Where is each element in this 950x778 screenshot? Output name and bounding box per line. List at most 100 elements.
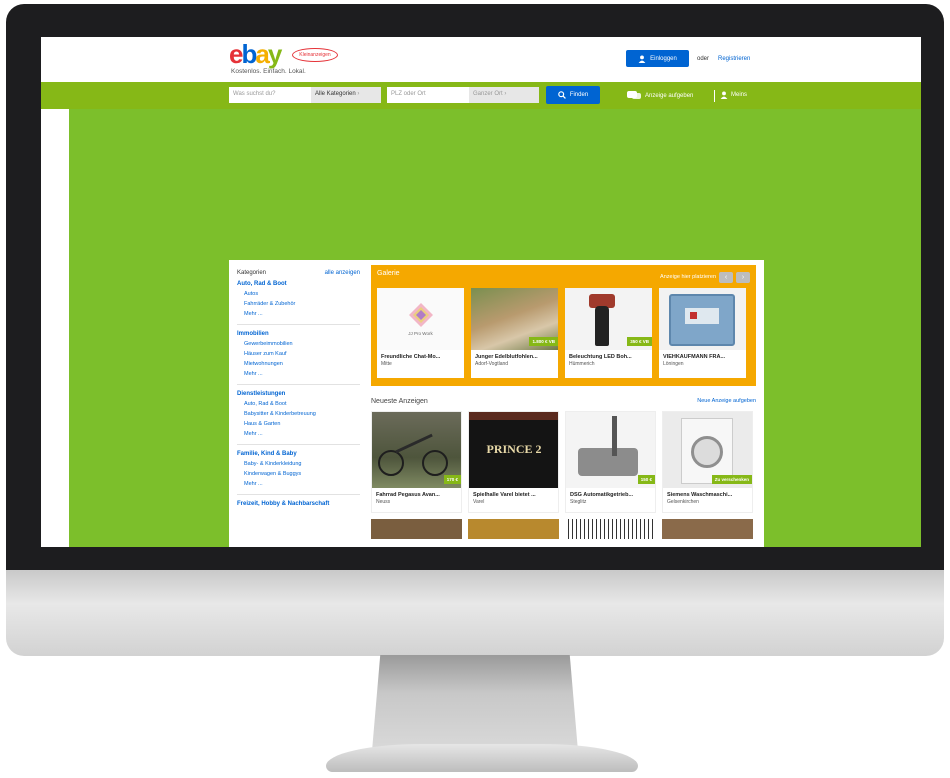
- category-title[interactable]: Familie, Kind & Baby: [237, 451, 360, 457]
- user-icon: [720, 91, 728, 99]
- listing-title: DSG Automatikgetrieb...: [570, 492, 634, 498]
- category-title[interactable]: Dienstleistungen: [237, 391, 360, 397]
- register-link[interactable]: Registrieren: [718, 56, 750, 62]
- location-input[interactable]: PLZ oder Ort: [387, 87, 469, 103]
- ebay-logo[interactable]: ebay: [229, 41, 282, 67]
- listing-card[interactable]: PRINCE 2 Spielhalle Varel bietet ... Var…: [468, 411, 559, 513]
- listing-image: Zu verschenken: [663, 412, 752, 488]
- listing-card[interactable]: 150 € DSG Automatikgetrieb... Steglitz: [565, 411, 656, 513]
- listing-location: Varel: [473, 499, 485, 505]
- sidebar-header: Kategorien alle anzeigen: [237, 270, 360, 276]
- show-all-link[interactable]: alle anzeigen: [325, 270, 360, 276]
- category-select[interactable]: Alle Kategorien ›: [311, 87, 381, 103]
- listing-image: 350 € VB: [565, 288, 652, 350]
- screen: ebay Kleinanzeigen Kostenlos. Einfach. L…: [41, 37, 921, 547]
- gallery-card[interactable]: 350 € VB Beleuchtung LED Boh... Hümmeric…: [565, 288, 652, 378]
- category-title[interactable]: Freizeit, Hobby & Nachbarschaft: [237, 501, 360, 507]
- category-item[interactable]: Mehr ...: [237, 369, 360, 379]
- category-group: Immobilien Gewerbeimmobilien Häuser zum …: [237, 331, 360, 385]
- category-item[interactable]: Auto, Rad & Boot: [237, 399, 360, 409]
- gallery-cards: JJ Pro Work Freundliche Chat-Mo... Mitte…: [377, 288, 750, 378]
- category-item[interactable]: Baby- & Kinderkleidung: [237, 459, 360, 469]
- post-ad-button[interactable]: Anzeige aufgeben: [627, 91, 693, 100]
- listings-area: Galerie Anzeige hier platzieren ‹ › JJ P…: [371, 265, 756, 539]
- listing-image: 170 €: [372, 412, 461, 488]
- monitor-base: [326, 744, 638, 772]
- listing-card[interactable]: 170 € Fahrrad Pegasus Avan... Neuss: [371, 411, 462, 513]
- game-banner-text: PRINCE 2: [486, 442, 542, 456]
- listing-title: Junger Edelblutfohlen...: [475, 354, 538, 360]
- gallery-card[interactable]: VIEHKAUFMANN FRA... Löningen: [659, 288, 746, 378]
- brand-caption: JJ Pro Work: [408, 331, 433, 336]
- listing-image: [565, 519, 656, 539]
- radius-select[interactable]: Ganzer Ort ›: [469, 87, 539, 103]
- chat-bubble-icon: [627, 91, 641, 99]
- gallery-section: Galerie Anzeige hier platzieren ‹ › JJ P…: [371, 265, 756, 386]
- category-item[interactable]: Babysitter & Kinderbetreuung: [237, 409, 360, 419]
- gallery-title: Galerie: [377, 270, 400, 277]
- price-badge: 170 €: [443, 475, 461, 484]
- chevron-down-icon: ›: [504, 91, 507, 97]
- chevron-left-icon[interactable]: ‹: [719, 271, 733, 283]
- gallery-card[interactable]: 1.800 € VB Junger Edelblutfohlen... Ador…: [471, 288, 558, 378]
- category-group: Familie, Kind & Baby Baby- & Kinderkleid…: [237, 451, 360, 495]
- place-ad-link[interactable]: Anzeige hier platzieren: [660, 274, 716, 280]
- listing-location: Adorf-Vogtland: [475, 361, 509, 367]
- listing-location: Löningen: [663, 361, 684, 367]
- listing-location: Mitte: [381, 361, 392, 367]
- logo-badge: Kleinanzeigen: [292, 48, 338, 62]
- category-item[interactable]: Mietwohnungen: [237, 359, 360, 369]
- listing-location: Steglitz: [570, 499, 587, 505]
- category-item[interactable]: Fahrräder & Zubehör: [237, 299, 360, 309]
- category-item[interactable]: Haus & Garten: [237, 419, 360, 429]
- chevron-right-icon[interactable]: ›: [736, 271, 750, 283]
- gallery-header: Galerie Anzeige hier platzieren ‹ ›: [377, 270, 750, 284]
- listing-image: PRINCE 2: [469, 412, 558, 488]
- brand-logo-icon: [408, 303, 433, 327]
- category-item[interactable]: Gewerbeimmobilien: [237, 339, 360, 349]
- mine-link[interactable]: Meins: [720, 91, 747, 99]
- site-header: ebay Kleinanzeigen Kostenlos. Einfach. L…: [41, 37, 921, 82]
- category-sidebar: Kategorien alle anzeigen Auto, Rad & Boo…: [229, 260, 364, 547]
- category-item[interactable]: Mehr ...: [237, 309, 360, 319]
- category-title[interactable]: Auto, Rad & Boot: [237, 281, 360, 287]
- gallery-card[interactable]: JJ Pro Work Freundliche Chat-Mo... Mitte: [377, 288, 464, 378]
- category-item[interactable]: Mehr ...: [237, 479, 360, 489]
- category-item[interactable]: Häuser zum Kauf: [237, 349, 360, 359]
- category-item[interactable]: Autos: [237, 289, 360, 299]
- login-button[interactable]: Einloggen: [626, 50, 689, 67]
- search-bar: Was suchst du? Alle Kategorien › PLZ ode…: [41, 82, 921, 109]
- find-button[interactable]: Finden: [546, 86, 600, 104]
- category-group: Freizeit, Hobby & Nachbarschaft: [237, 501, 360, 514]
- tagline: Kostenlos. Einfach. Lokal.: [231, 68, 306, 75]
- category-item[interactable]: Kinderwagen & Buggys: [237, 469, 360, 479]
- price-badge: Zu verschenken: [711, 475, 752, 484]
- chevron-down-icon: ›: [357, 91, 360, 97]
- listing-location: Hümmerich: [569, 361, 595, 367]
- category-group: Dienstleistungen Auto, Rad & Boot Babysi…: [237, 391, 360, 445]
- newest-title: Neueste Anzeigen: [371, 398, 428, 405]
- category-item[interactable]: Mehr ...: [237, 429, 360, 439]
- monitor-stand: [372, 655, 578, 751]
- gallery-controls: Anzeige hier platzieren ‹ ›: [660, 270, 750, 284]
- listing-image: [662, 519, 753, 539]
- listing-image: 1.800 € VB: [471, 288, 558, 350]
- listing-title: Beleuchtung LED Boh...: [569, 354, 632, 360]
- listing-location: Neuss: [376, 499, 391, 505]
- or-text: oder: [697, 56, 710, 62]
- category-title[interactable]: Immobilien: [237, 331, 360, 337]
- listing-image: 150 €: [566, 412, 655, 488]
- newest-cards: 170 € Fahrrad Pegasus Avan... Neuss PRIN…: [371, 411, 756, 513]
- listing-title: Spielhalle Varel bietet ...: [473, 492, 536, 498]
- price-badge: 350 € VB: [627, 337, 652, 346]
- search-input[interactable]: Was suchst du?: [229, 87, 311, 103]
- divider: [714, 90, 715, 102]
- listing-card[interactable]: Zu verschenken Siemens Waschmaschi... Ge…: [662, 411, 753, 513]
- listing-title: Freundliche Chat-Mo...: [381, 354, 441, 360]
- listing-location: Gelsenkirchen: [667, 499, 699, 505]
- post-new-ad-link[interactable]: Neue Anzeige aufgeben: [697, 398, 756, 405]
- listing-title: VIEHKAUFMANN FRA...: [663, 354, 726, 360]
- newest-header: Neueste Anzeigen Neue Anzeige aufgeben: [371, 398, 756, 405]
- listing-image: JJ Pro Work: [377, 288, 464, 350]
- category-group: Auto, Rad & Boot Autos Fahrräder & Zubeh…: [237, 281, 360, 325]
